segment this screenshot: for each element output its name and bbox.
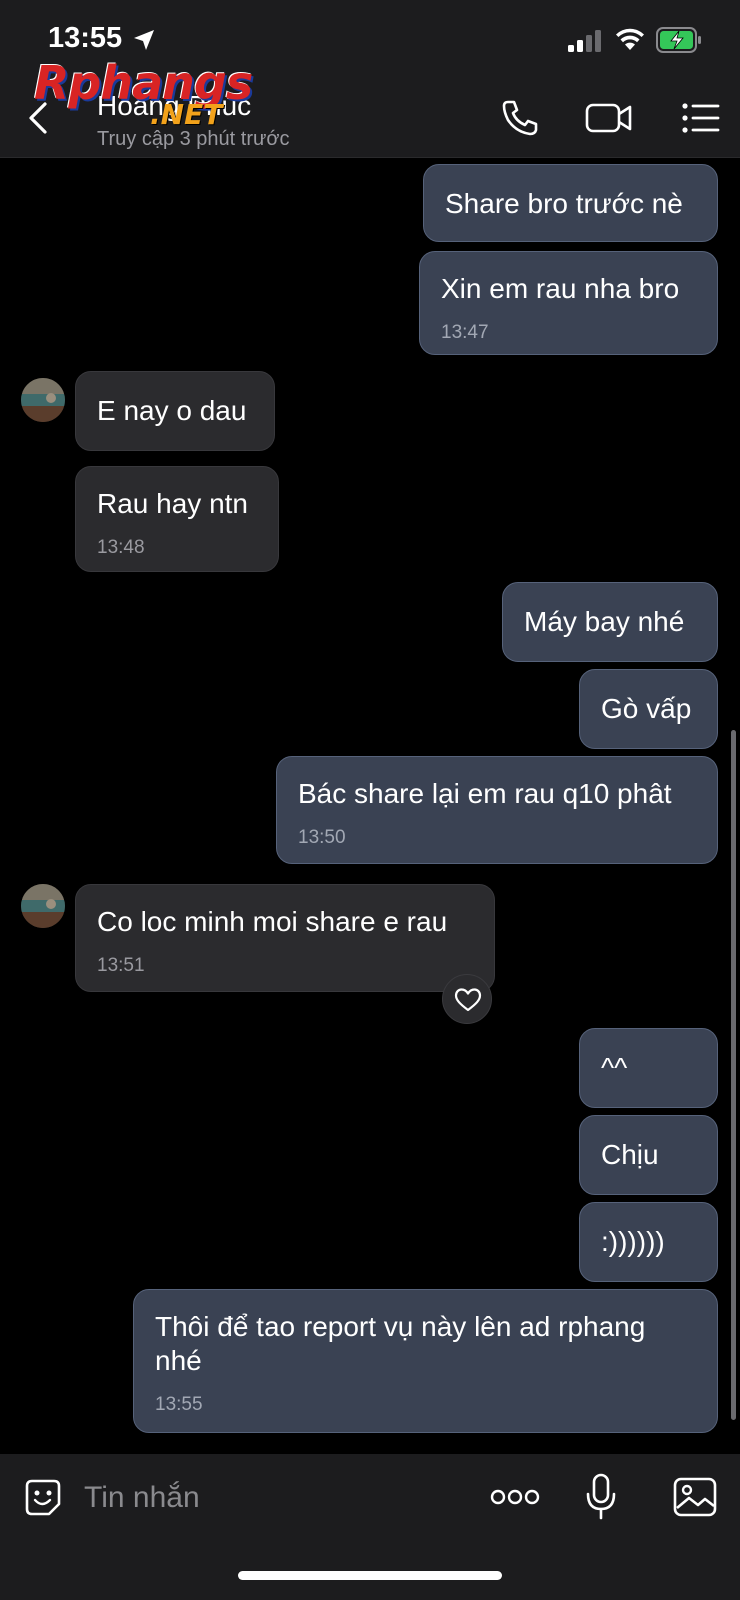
battery-charging-icon [656,27,701,53]
more-dots-icon[interactable] [490,1484,540,1510]
avatar-image [21,884,65,928]
message-text: Gò vấp [601,693,692,724]
message-text: Thôi để tao report vụ này lên ad rphang … [155,1311,646,1376]
message-bubble-outgoing[interactable]: Gò vấp [579,669,718,749]
message-bubble-outgoing[interactable]: ^^ [579,1028,718,1108]
message-text: ^^ [601,1052,628,1083]
home-indicator[interactable] [238,1571,502,1580]
image-icon[interactable] [672,1474,718,1520]
message-text: Máy bay nhé [524,606,685,637]
message-input[interactable] [84,1474,464,1522]
message-bubble-outgoing[interactable]: Xin em rau nha bro 13:47 [419,251,718,355]
message-bubble-incoming[interactable]: Rau hay ntn 13:48 [75,466,279,572]
message-text: Xin em rau nha bro [441,273,680,304]
message-composer [0,1454,740,1600]
status-time: 13:55 [48,22,123,54]
message-text: Rau hay ntn [97,488,248,519]
message-text: Share bro trước nè [445,188,683,219]
phone-icon[interactable] [498,96,542,140]
message-text: Bác share lại em rau q10 phât [298,778,672,809]
message-time: 13:50 [298,827,346,848]
message-time: 13:48 [97,537,145,558]
list-menu-icon[interactable] [678,96,722,140]
message-text: E nay o dau [97,395,247,426]
watermark-logo-sub: .NET [150,98,223,131]
message-bubble-outgoing[interactable]: Máy bay nhé [502,582,718,662]
message-text: Chịu [601,1139,659,1170]
video-camera-icon[interactable] [584,96,634,140]
scrollbar[interactable] [731,730,736,1420]
message-bubble-outgoing[interactable]: Bác share lại em rau q10 phât 13:50 [276,756,718,864]
watermark-logo: Rphangs .NET [34,56,274,136]
message-bubble-outgoing[interactable]: Thôi để tao report vụ này lên ad rphang … [133,1289,718,1433]
microphone-icon[interactable] [584,1472,618,1522]
message-bubble-outgoing[interactable]: Chịu [579,1115,718,1195]
wifi-icon [616,28,644,50]
message-text: Co loc minh moi share e rau [97,906,448,937]
message-bubble-outgoing[interactable]: Share bro trước nè [423,164,718,242]
avatar-image [21,378,65,422]
location-arrow-icon [134,30,154,50]
message-bubble-incoming[interactable]: E nay o dau [75,371,275,451]
avatar[interactable] [21,378,65,422]
message-bubble-incoming[interactable]: Co loc minh moi share e rau 13:51 [75,884,495,992]
message-bubble-outgoing[interactable]: :)))))) [579,1202,718,1282]
message-time: 13:51 [97,955,145,976]
chat-messages[interactable]: Share bro trước nè Xin em rau nha bro 13… [0,158,740,1454]
cellular-signal-icon [568,30,601,52]
heart-icon [454,988,482,1012]
sticker-face-icon[interactable] [21,1476,65,1520]
message-time: 13:47 [441,322,489,343]
message-text: :)))))) [601,1226,665,1257]
message-time: 13:55 [155,1394,203,1415]
reaction-button[interactable] [442,974,492,1024]
avatar[interactable] [21,884,65,928]
